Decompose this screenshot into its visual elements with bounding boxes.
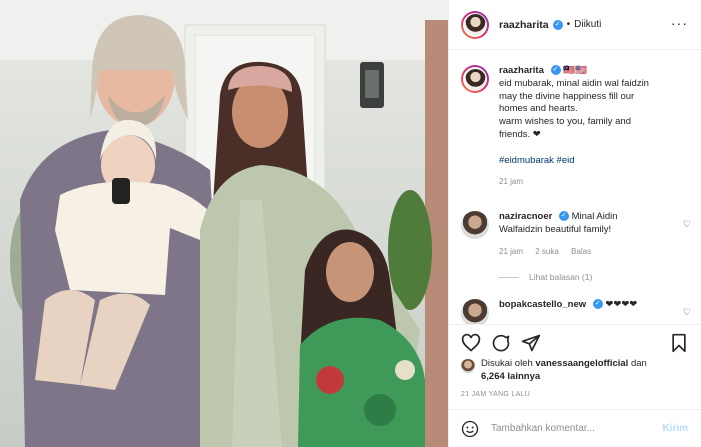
comment-item: naziracnoer ✓ Minal Aidin Walfaidzin bea… bbox=[461, 211, 693, 256]
emoji-smiley-icon[interactable] bbox=[461, 420, 479, 438]
caption-item: raazharita ✓ 🇲🇾🇺🇸 eid mubarak, minal aid… bbox=[461, 65, 693, 186]
caption-meta: 21 jam bbox=[499, 177, 693, 186]
liker-username[interactable]: vanessaangelofficial bbox=[535, 358, 628, 369]
save-bookmark-icon[interactable] bbox=[669, 333, 689, 353]
more-options-icon[interactable]: ··· bbox=[671, 15, 688, 31]
view-replies-button[interactable]: Lihat balasan (1) bbox=[499, 272, 592, 282]
caption-hashtags[interactable]: #eidmubarak #eid bbox=[499, 155, 575, 166]
view-replies-label: Lihat balasan (1) bbox=[529, 272, 593, 282]
post-timestamp[interactable]: 21 JAM YANG LALU bbox=[461, 391, 530, 398]
like-heart-icon[interactable] bbox=[461, 333, 481, 353]
comment-body: naziracnoer ✓ Minal Aidin Walfaidzin bea… bbox=[499, 211, 693, 237]
comment-icon[interactable] bbox=[491, 333, 511, 353]
caption-line-3: homes and hearts. bbox=[499, 103, 578, 115]
follow-status-button[interactable]: Diikuti bbox=[574, 19, 601, 30]
likes-summary: Disukai oleh vanessaangelofficial dan 6,… bbox=[461, 358, 693, 383]
comment-text: ❤❤❤❤ bbox=[605, 299, 638, 310]
caption-avatar[interactable] bbox=[461, 65, 489, 93]
likes-conj: dan bbox=[630, 358, 647, 369]
share-icon[interactable] bbox=[521, 333, 541, 353]
comment-body: bopakcastello_new ✓ ❤❤❤❤ bbox=[499, 299, 693, 312]
commenter-username[interactable]: bopakcastello_new bbox=[499, 299, 586, 310]
likes-count-button[interactable]: 6,264 lainnya bbox=[481, 371, 540, 382]
post-detail-panel: raazharita ✓ • Diikuti ··· raazharita ✓ … bbox=[448, 0, 701, 447]
post-actions-section: Disukai oleh vanessaangelofficial dan 6,… bbox=[449, 324, 701, 447]
liker-avatar[interactable] bbox=[461, 359, 475, 373]
comment-meta: 21 jam 2 suka Balas bbox=[499, 247, 693, 256]
comments-list[interactable]: raazharita ✓ 🇲🇾🇺🇸 eid mubarak, minal aid… bbox=[449, 51, 701, 324]
verified-badge-icon: ✓ bbox=[552, 19, 563, 30]
post-header: raazharita ✓ • Diikuti ··· bbox=[449, 0, 701, 50]
caption-emojis: 🇲🇾🇺🇸 bbox=[563, 65, 587, 76]
commenter-username[interactable]: naziracnoer bbox=[499, 211, 552, 222]
caption-line-4: warm wishes to you, family and bbox=[499, 116, 631, 128]
comment-time[interactable]: 21 jam bbox=[499, 247, 523, 256]
caption-time[interactable]: 21 jam bbox=[499, 177, 523, 186]
replies-line bbox=[499, 277, 519, 279]
verified-badge-icon: ✓ bbox=[550, 65, 561, 76]
caption-line-1: eid mubarak, minal aidin wal faidzin bbox=[499, 77, 649, 89]
caption-line-2: may the divine happiness fill our bbox=[499, 90, 635, 102]
post-comment-button[interactable]: Kirim bbox=[662, 423, 688, 434]
post-photo[interactable] bbox=[0, 0, 448, 447]
comment-text-line-2: Walfaidzin beautiful family! bbox=[499, 223, 612, 235]
like-comment-heart-icon[interactable]: ♡ bbox=[683, 307, 691, 318]
like-comment-heart-icon[interactable]: ♡ bbox=[683, 219, 691, 230]
likes-prefix: Disukai oleh bbox=[481, 358, 533, 369]
caption-body: raazharita ✓ 🇲🇾🇺🇸 eid mubarak, minal aid… bbox=[499, 65, 693, 167]
comment-likes[interactable]: 2 suka bbox=[535, 247, 559, 256]
separator-dot: • bbox=[566, 19, 571, 30]
comment-text-line-1: Minal Aidin bbox=[571, 211, 618, 222]
comment-reply-button[interactable]: Balas bbox=[571, 247, 591, 256]
comment-item: bopakcastello_new ✓ ❤❤❤❤ ♡ bbox=[461, 299, 693, 324]
family-photo-illustration bbox=[0, 0, 448, 447]
commenter-avatar[interactable] bbox=[461, 299, 489, 324]
caption-line-5: friends. ❤ bbox=[499, 128, 541, 140]
verified-badge-icon: ✓ bbox=[592, 299, 603, 310]
comment-input[interactable]: Tambahkan komentar... bbox=[491, 423, 595, 434]
add-comment-bar: Tambahkan komentar... Kirim bbox=[449, 409, 701, 447]
author-username[interactable]: raazharita bbox=[499, 19, 549, 31]
caption-username[interactable]: raazharita bbox=[499, 65, 544, 76]
action-icons-bar bbox=[459, 333, 691, 355]
author-avatar[interactable] bbox=[461, 10, 489, 39]
verified-badge-icon: ✓ bbox=[558, 211, 569, 222]
commenter-avatar[interactable] bbox=[461, 211, 489, 239]
